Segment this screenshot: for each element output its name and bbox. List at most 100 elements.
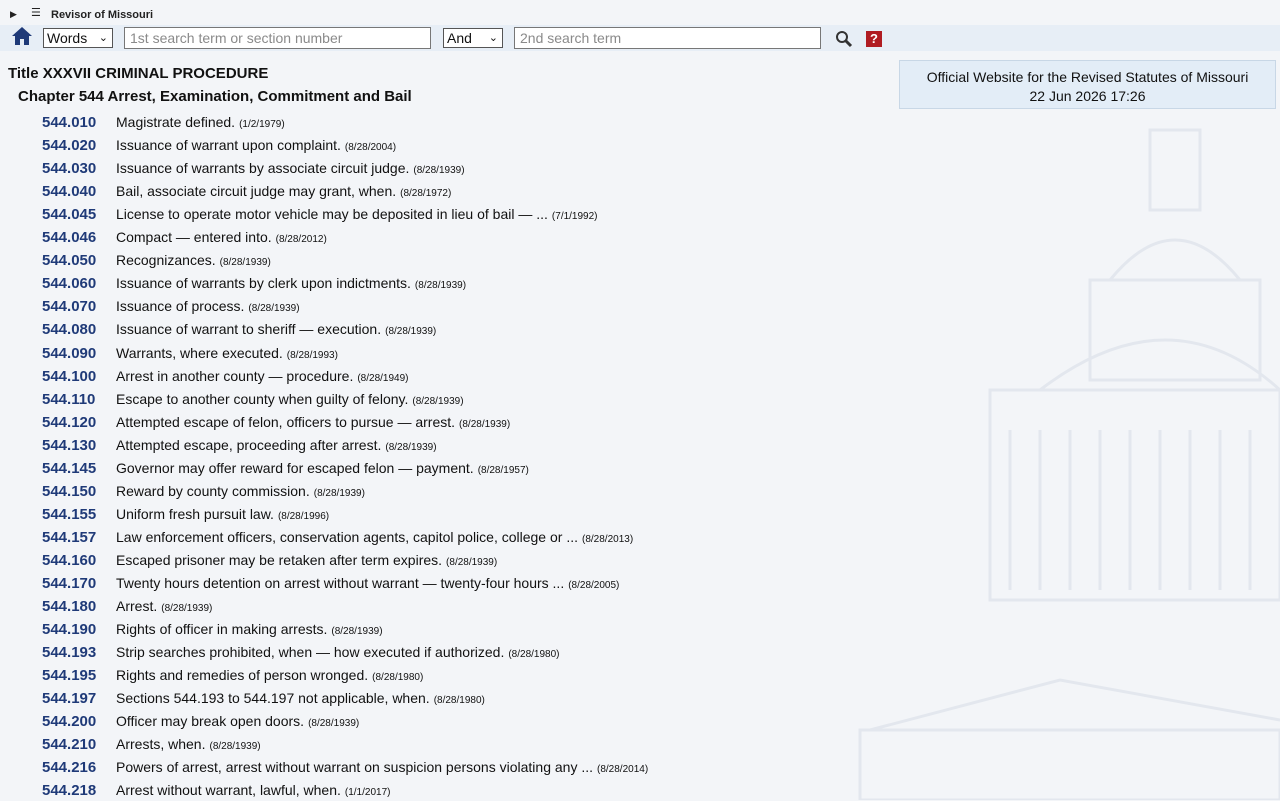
section-number-link[interactable]: 544.145 [42, 460, 96, 477]
section-number-link[interactable]: 544.180 [42, 598, 96, 615]
section-number-link[interactable]: 544.090 [42, 345, 96, 362]
section-title: Reward by county commission. [116, 482, 310, 499]
help-icon[interactable]: ? [866, 31, 882, 47]
section-effective-date: (8/28/1939) [414, 280, 467, 292]
section-description: Magistrate defined. (1/2/1979) [116, 114, 285, 130]
section-description: Officer may break open doors. (8/28/1939) [116, 713, 359, 729]
section-number-link[interactable]: 544.120 [42, 414, 96, 431]
home-icon[interactable] [11, 26, 33, 46]
capitol-watermark [858, 128, 1280, 800]
section-number-link[interactable]: 544.060 [42, 275, 96, 292]
section-row: 544.216 Powers of arrest, arrest without … [0, 755, 880, 778]
section-title: Rights of officer in making arrests. [116, 621, 328, 638]
search-icon[interactable] [835, 30, 853, 48]
section-title: Attempted escape of felon, officers to p… [116, 413, 456, 430]
section-number-link[interactable]: 544.193 [42, 644, 96, 661]
section-row: 544.090 Warrants, where executed. (8/28/19… [0, 341, 880, 364]
section-description: License to operate motor vehicle may be … [116, 206, 598, 222]
section-row: 544.193 Strip searches prohibited, when —… [0, 640, 880, 663]
section-row: 544.040 Bail, associate circuit judge may… [0, 179, 880, 202]
section-effective-date: (8/28/2013) [582, 533, 634, 545]
section-number-link[interactable]: 544.046 [42, 229, 96, 246]
search-term-1-input[interactable] [124, 27, 431, 49]
section-title: Bail, associate circuit judge may grant,… [116, 183, 397, 200]
section-number-link[interactable]: 544.070 [42, 298, 96, 315]
section-effective-date: (8/28/1957) [477, 464, 529, 476]
section-number-link[interactable]: 544.197 [42, 690, 96, 707]
expand-triangle-icon[interactable]: ▶ [10, 9, 17, 20]
section-description: Arrest in another county — procedure. (8/… [116, 368, 409, 384]
section-effective-date: (1/2/1979) [239, 119, 285, 130]
section-description: Issuance of warrants by associate circui… [116, 160, 465, 176]
section-number-link[interactable]: 544.218 [42, 782, 96, 799]
section-number-link[interactable]: 544.020 [42, 137, 96, 154]
section-number-link[interactable]: 544.100 [42, 368, 96, 385]
section-title: Arrest in another county — procedure. [116, 367, 354, 384]
section-title: Powers of arrest, arrest without warrant… [116, 759, 593, 776]
section-title: Issuance of warrant upon complaint. [116, 137, 341, 154]
hamburger-menu-icon[interactable]: ☰ [31, 7, 41, 19]
search-operator-select[interactable]: And ⌄ [443, 28, 503, 48]
section-description: Attempted escape, proceeding after arres… [116, 437, 437, 453]
section-title: Strip searches prohibited, when — how ex… [116, 644, 505, 661]
site-info-datetime: 22 Jun 2026 17:26 [1029, 88, 1146, 104]
section-number-link[interactable]: 544.010 [42, 114, 96, 131]
section-row: 544.070 Issuance of process. (8/28/1939) [0, 294, 880, 317]
section-title: Magistrate defined. [116, 114, 236, 130]
section-description: Arrest. (8/28/1939) [116, 598, 212, 614]
section-title: Escaped prisoner may be retaken after te… [116, 551, 443, 568]
section-number-link[interactable]: 544.155 [42, 506, 96, 523]
section-title: Rights and remedies of person wronged. [116, 667, 369, 684]
section-effective-date: (7/1/1992) [551, 211, 598, 223]
section-row: 544.080 Issuance of warrant to sheriff — … [0, 317, 880, 340]
section-effective-date: (1/1/2017) [344, 787, 391, 799]
section-row: 544.160 Escaped prisoner may be retaken a… [0, 548, 880, 571]
section-effective-date: (8/28/1939) [313, 487, 365, 499]
section-number-link[interactable]: 544.150 [42, 483, 96, 500]
section-number-link[interactable]: 544.195 [42, 667, 96, 684]
section-row: 544.197 Sections 544.193 to 544.197 not a… [0, 686, 880, 709]
section-number-link[interactable]: 544.170 [42, 575, 96, 592]
section-number-link[interactable]: 544.210 [42, 736, 96, 753]
section-row: 544.145 Governor may offer reward for esc… [0, 456, 880, 479]
section-row: 544.010 Magistrate defined. (1/2/1979) [0, 110, 880, 133]
section-number-link[interactable]: 544.157 [42, 529, 96, 546]
section-description: Rights of officer in making arrests. (8/2… [116, 621, 383, 637]
section-title: Issuance of warrants by associate circui… [116, 160, 410, 177]
section-number-link[interactable]: 544.050 [42, 252, 96, 269]
section-row: 544.060 Issuance of warrants by clerk upo… [0, 271, 880, 294]
section-number-link[interactable]: 544.216 [42, 759, 96, 776]
section-number-link[interactable]: 544.200 [42, 713, 96, 730]
section-number-link[interactable]: 544.040 [42, 183, 96, 200]
section-effective-date: (8/28/1996) [277, 510, 330, 522]
section-number-link[interactable]: 544.110 [42, 391, 95, 408]
section-row: 544.130 Attempted escape, proceeding afte… [0, 433, 880, 456]
section-number-link[interactable]: 544.160 [42, 552, 96, 569]
section-number-link[interactable]: 544.190 [42, 621, 96, 638]
section-description: Arrests, when. (8/28/1939) [116, 736, 261, 752]
section-number-link[interactable]: 544.130 [42, 437, 96, 454]
section-description: Twenty hours detention on arrest without… [116, 575, 619, 591]
section-effective-date: (8/28/2004) [344, 142, 397, 154]
section-effective-date: (8/28/1980) [372, 672, 424, 684]
section-row: 544.030 Issuance of warrants by associate… [0, 156, 880, 179]
section-number-link[interactable]: 544.030 [42, 160, 96, 177]
section-number-link[interactable]: 544.045 [42, 206, 96, 223]
section-effective-date: (8/28/1939) [385, 441, 437, 453]
section-description: Compact — entered into. (8/28/2012) [116, 229, 327, 245]
section-title: Sections 544.193 to 544.197 not applicab… [116, 690, 430, 707]
section-row: 544.020 Issuance of warrant upon complain… [0, 133, 880, 156]
section-title: Escape to another county when guilty of … [116, 390, 409, 407]
section-description: Warrants, where executed. (8/28/1993) [116, 345, 338, 361]
section-row: 544.200 Officer may break open doors. (8/2… [0, 709, 880, 732]
section-effective-date: (8/28/1939) [161, 603, 213, 615]
site-info-title: Official Website for the Revised Statute… [926, 69, 1249, 85]
section-row: 544.045 License to operate motor vehicle … [0, 202, 880, 225]
section-effective-date: (8/28/1949) [357, 372, 409, 384]
search-term-2-input[interactable] [514, 27, 821, 49]
section-number-link[interactable]: 544.080 [42, 321, 96, 338]
section-row: 544.155 Uniform fresh pursuit law. (8/28/1… [0, 502, 880, 525]
section-effective-date: (8/28/1939) [331, 626, 383, 638]
search-mode-select[interactable]: Words ⌄ [43, 28, 113, 48]
section-title: Recognizances. [116, 252, 216, 269]
